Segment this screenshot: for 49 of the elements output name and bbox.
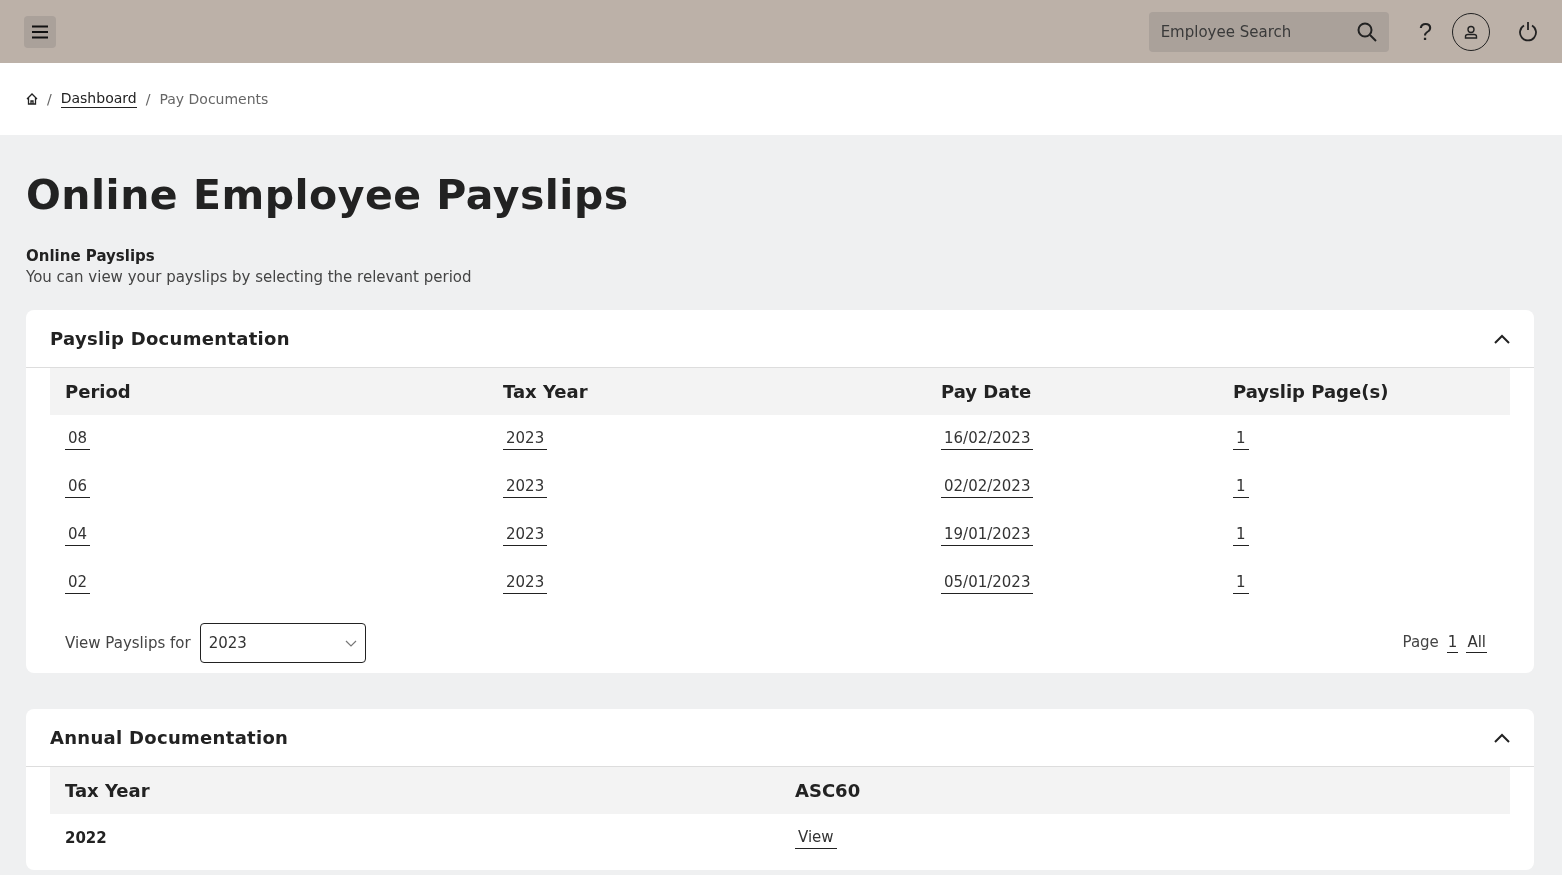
card-title: Annual Documentation <box>50 727 289 748</box>
payslip-page-link[interactable]: 1 <box>1233 428 1249 450</box>
caret-icon <box>344 639 357 647</box>
period-link[interactable]: 06 <box>65 476 91 498</box>
page-link[interactable]: 1 <box>1446 633 1459 653</box>
card-title: Payslip Documentation <box>50 328 290 349</box>
breadcrumb-separator: / <box>145 91 151 107</box>
menu-button[interactable] <box>24 15 56 48</box>
help-button[interactable]: ? <box>1418 17 1432 46</box>
tax-year-link[interactable]: 2023 <box>503 524 548 546</box>
pay-date-link[interactable]: 19/01/2023 <box>941 524 1034 546</box>
search-field[interactable]: Employee Search <box>1148 11 1389 52</box>
breadcrumb-link[interactable]: Dashboard <box>60 90 137 108</box>
column-header: Tax Year <box>65 780 151 801</box>
intro-text: You can view your payslips by selecting the relevant period <box>26 268 473 286</box>
period-link[interactable]: 08 <box>65 428 91 450</box>
period-link[interactable]: 02 <box>65 572 91 594</box>
tax-year-link[interactable]: 2023 <box>503 572 548 594</box>
year-dropdown[interactable]: 2023 <box>199 623 366 663</box>
power-icon[interactable] <box>1518 21 1538 42</box>
chevron-up-icon[interactable] <box>1494 732 1510 743</box>
tax-year-cell-text: 2022 <box>65 829 108 847</box>
payslip-page-link[interactable]: 1 <box>1233 476 1249 498</box>
filter-label: View Payslips for <box>65 634 191 652</box>
tax-year-link[interactable]: 2023 <box>503 476 548 498</box>
section-heading: Online Payslips <box>26 247 156 265</box>
column-header: Payslip Page(s) <box>1233 381 1390 402</box>
period-link[interactable]: 04 <box>65 524 91 546</box>
column-header: Tax Year <box>503 381 589 402</box>
all-pages-link[interactable]: All <box>1466 633 1487 653</box>
menu-icon <box>32 24 48 39</box>
pay-date-link[interactable]: 05/01/2023 <box>941 572 1034 594</box>
pay-date-link[interactable]: 16/02/2023 <box>941 428 1034 450</box>
page-title: Online Employee Payslips <box>26 171 630 219</box>
pay-date-link[interactable]: 02/02/2023 <box>941 476 1034 498</box>
payslip-page-link[interactable]: 1 <box>1233 572 1249 594</box>
payslip-page-link[interactable]: 1 <box>1233 524 1249 546</box>
search-icon[interactable] <box>1356 21 1377 42</box>
home-icon[interactable] <box>26 93 38 105</box>
view-link[interactable]: View <box>795 827 837 849</box>
user-icon <box>1464 24 1478 39</box>
chevron-up-icon[interactable] <box>1494 333 1510 344</box>
column-header: Period <box>65 381 132 402</box>
column-header: Pay Date <box>941 381 1033 402</box>
page-label: Page <box>1402 633 1439 653</box>
column-header: ASC60 <box>795 780 862 801</box>
tax-year-link[interactable]: 2023 <box>503 428 548 450</box>
breadcrumb-separator: / <box>47 91 52 107</box>
breadcrumb-current: Pay Documents <box>159 91 269 107</box>
